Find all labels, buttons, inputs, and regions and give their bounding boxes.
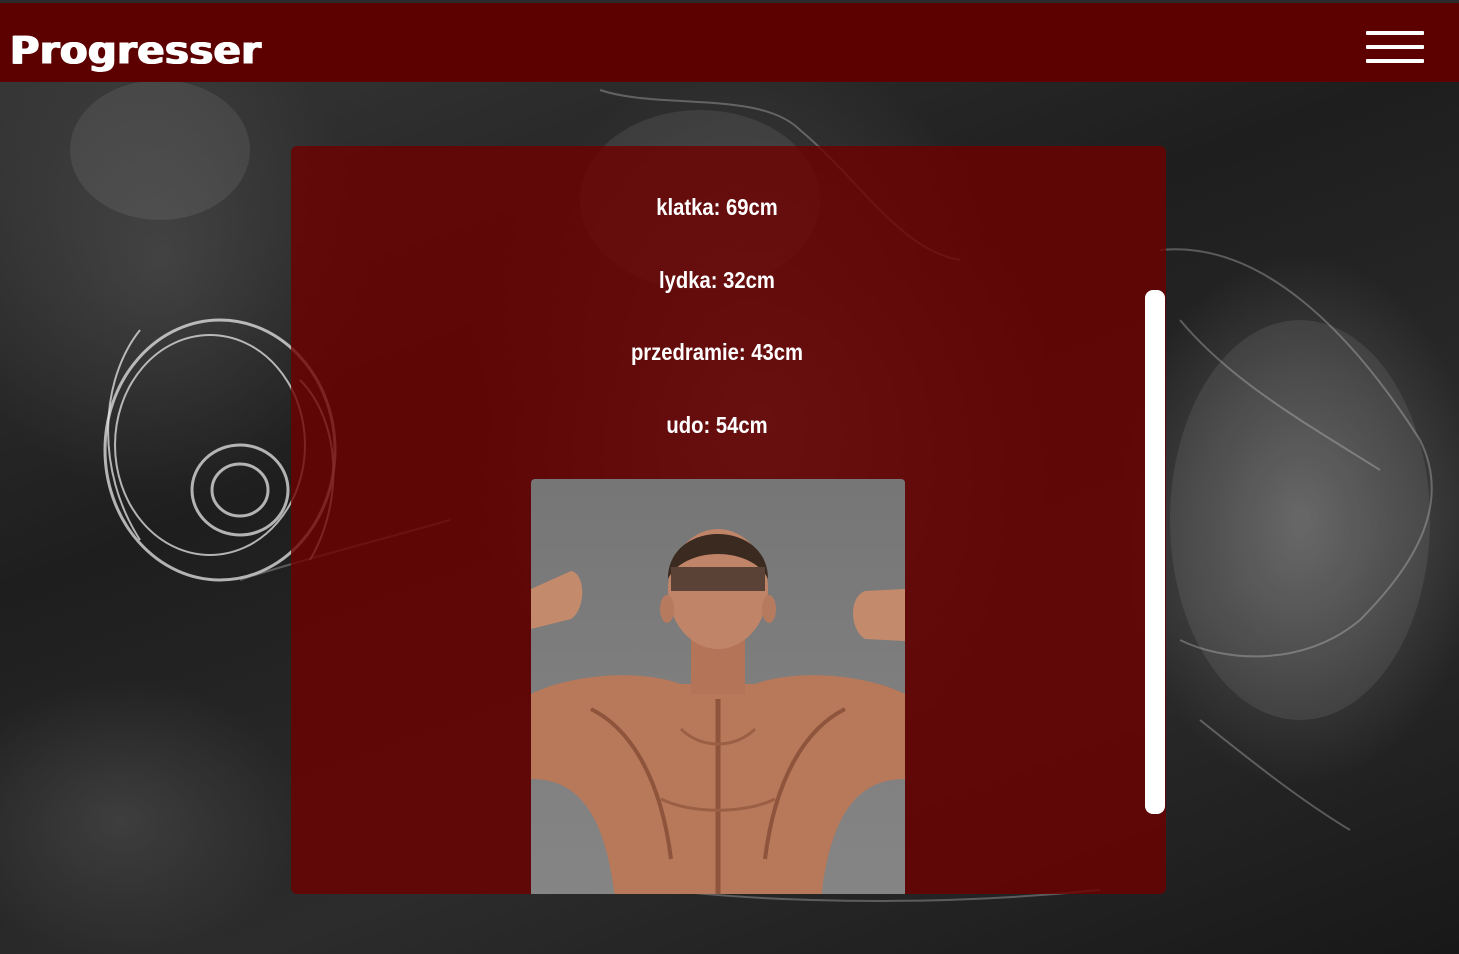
back-muscles-photo-icon (531, 529, 905, 894)
menu-bar-line (1366, 59, 1424, 63)
measurements-card: klatka: 69cm lydka: 32cm przedramie: 43c… (291, 146, 1166, 894)
measurement-forearm: przedramie: 43cm (630, 339, 804, 365)
measurement-chest: klatka: 69cm (656, 194, 778, 220)
menu-bar-line (1366, 31, 1424, 35)
hamburger-menu-icon[interactable] (1366, 31, 1424, 65)
brand-logo[interactable]: Progresser (10, 28, 261, 74)
progress-photo (531, 479, 905, 894)
menu-bar-line (1366, 45, 1424, 49)
top-navbar: Progresser (0, 0, 1459, 82)
measurement-calf: lydka: 32cm (659, 267, 775, 293)
scrollbar-thumb[interactable] (1145, 290, 1165, 814)
measurement-thigh: udo: 54cm (666, 412, 768, 438)
